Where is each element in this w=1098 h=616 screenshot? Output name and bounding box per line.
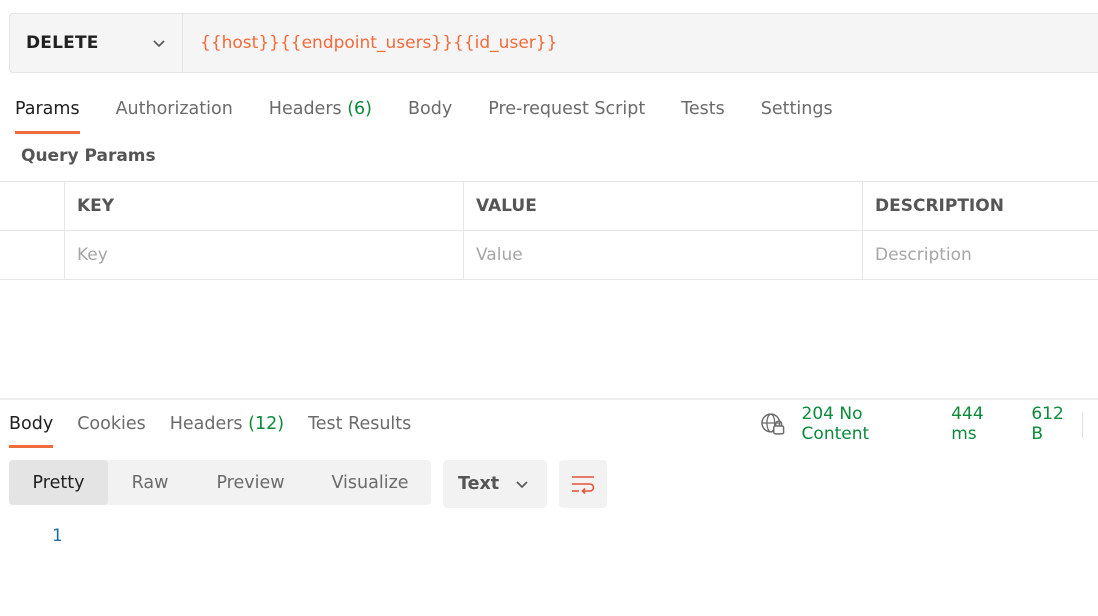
request-workspace: DELETE {{host}}{{endpoint_users}}{{id_us… <box>0 0 1098 616</box>
key-input[interactable]: Key <box>65 231 464 279</box>
response-tabs: Body Cookies Headers (12) Test Results <box>9 410 435 448</box>
method-select[interactable]: DELETE <box>10 14 183 72</box>
view-preview-button[interactable]: Preview <box>192 460 309 505</box>
row-checkbox-column-header <box>0 182 65 230</box>
wrap-lines-icon <box>572 476 595 495</box>
tab-body[interactable]: Body <box>408 96 452 134</box>
query-params-title: Query Params <box>21 146 156 166</box>
row-checkbox-cell <box>0 231 65 279</box>
view-raw-button[interactable]: Raw <box>108 460 192 505</box>
response-tab-headers-label: Headers <box>169 414 243 434</box>
tab-tests[interactable]: Tests <box>681 96 725 134</box>
request-tabs: Params Authorization Headers (6) Body Pr… <box>15 96 869 134</box>
response-time[interactable]: 444 ms <box>951 404 1013 444</box>
format-select[interactable]: Text <box>443 460 547 508</box>
column-header-value: VALUE <box>464 182 863 230</box>
wrap-lines-button[interactable] <box>559 460 607 508</box>
response-size[interactable]: 612 B <box>1031 404 1080 444</box>
status-divider <box>1082 412 1083 438</box>
tab-prerequest-script[interactable]: Pre-request Script <box>488 96 645 134</box>
url-input[interactable]: {{host}}{{endpoint_users}}{{id_user}} <box>183 14 1098 72</box>
editor-line-number: 1 <box>52 526 63 546</box>
tab-params[interactable]: Params <box>15 96 80 134</box>
response-tab-headers[interactable]: Headers (12) <box>170 410 284 448</box>
query-params-table: KEY VALUE DESCRIPTION Key Value Descript… <box>0 181 1098 280</box>
headers-count-badge: (6) <box>347 99 373 119</box>
request-bar: DELETE {{host}}{{endpoint_users}}{{id_us… <box>9 13 1098 73</box>
value-input[interactable]: Value <box>464 231 863 279</box>
tab-headers-label: Headers <box>268 99 342 119</box>
table-header-row: KEY VALUE DESCRIPTION <box>0 181 1098 231</box>
table-row: Key Value Description <box>0 231 1098 280</box>
view-mode-segmented-control: Pretty Raw Preview Visualize <box>9 460 431 505</box>
column-header-description: DESCRIPTION <box>875 196 1004 216</box>
method-label: DELETE <box>26 33 99 53</box>
response-tab-body[interactable]: Body <box>9 410 54 448</box>
tab-headers[interactable]: Headers (6) <box>269 96 372 134</box>
description-input[interactable]: Description <box>863 231 1098 279</box>
view-pretty-button[interactable]: Pretty <box>9 460 108 505</box>
response-tab-cookies[interactable]: Cookies <box>77 410 146 448</box>
format-label: Text <box>458 474 500 494</box>
response-headers-count-badge: (12) <box>248 414 285 434</box>
chevron-down-icon <box>153 40 165 48</box>
chevron-down-icon <box>516 481 528 489</box>
tab-settings[interactable]: Settings <box>761 96 833 134</box>
tab-authorization[interactable]: Authorization <box>116 96 233 134</box>
view-visualize-button[interactable]: Visualize <box>309 460 431 505</box>
response-status-bar: 204 No Content 444 ms 612 B <box>760 404 1098 444</box>
pane-divider[interactable] <box>0 398 1098 400</box>
response-tab-test-results[interactable]: Test Results <box>308 410 411 448</box>
globe-lock-icon[interactable] <box>760 411 786 437</box>
column-header-key: KEY <box>65 182 464 230</box>
status-code[interactable]: 204 No Content <box>802 404 934 444</box>
